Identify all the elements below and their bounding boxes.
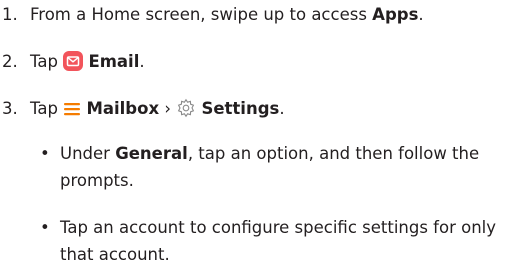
instructions-page: 1. From a Home screen, swipe up to access… [0,0,517,274]
step-number: 2. [2,52,18,71]
email-app-icon [63,51,84,77]
step-bold-settings: Settings [201,99,280,118]
step-bold-mailbox: Mailbox [86,99,160,118]
step-1: 1. From a Home screen, swipe up to access… [2,5,424,24]
step-number: 1. [2,5,18,24]
menu-icon [63,100,81,124]
path-separator: › [159,99,177,118]
step-number: 3. [2,99,18,118]
step-text: From a Home screen, swipe up to access [30,5,373,24]
bullet-dot: • [40,144,50,163]
bullet-dot: • [40,218,50,237]
step-bold-email: Email [88,52,140,71]
settings-gear-icon [176,98,196,124]
step-text: Tap [30,52,64,71]
step-bold-apps: Apps [372,5,419,24]
step-3: 3. Tap Mailbox › Settings. [0,98,285,124]
step-2: 2. Tap Email. [0,51,145,77]
step-text: Tap [30,99,64,118]
bullet-item-2: • Tap an account to configure specific s… [40,214,510,268]
bullet-bold-general: General [115,144,188,163]
bullet-item-1: • Under General, tap an option, and then… [40,140,510,194]
